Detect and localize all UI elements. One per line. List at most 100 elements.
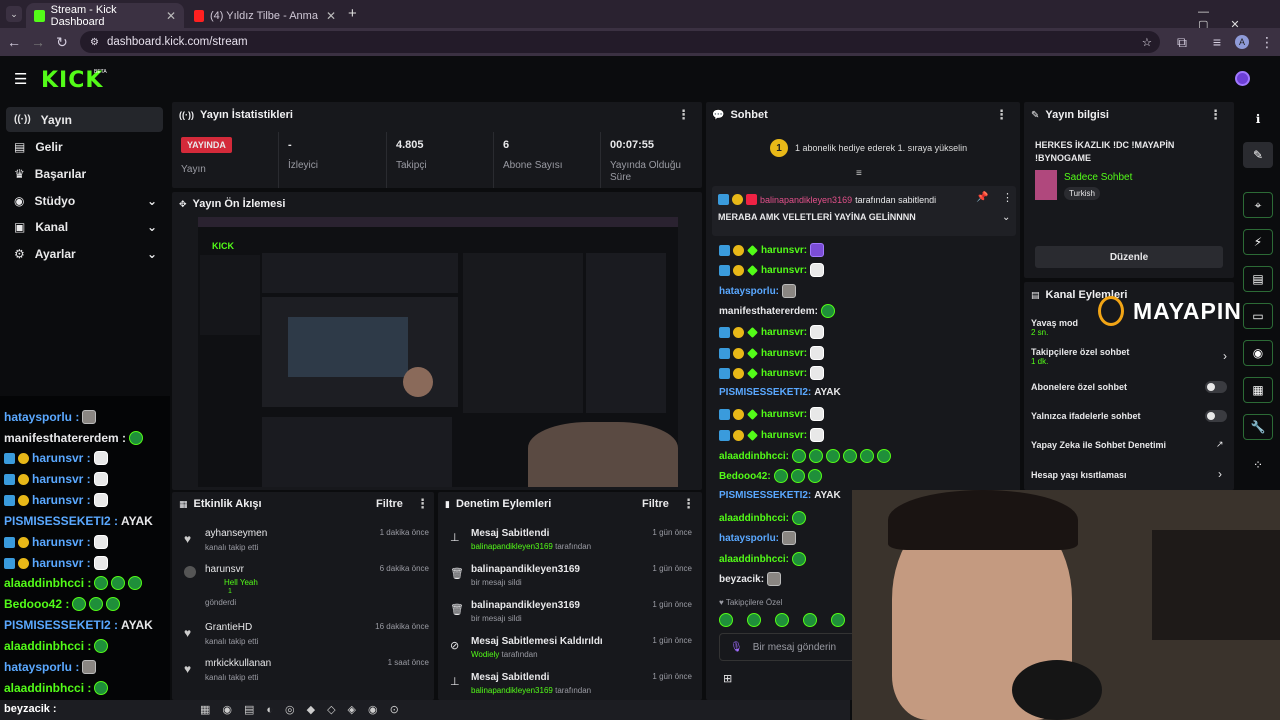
emote-icon[interactable] [775,613,789,627]
chat-username: harunsvr: [761,408,808,420]
more-options-icon[interactable]: ⋮ [682,496,695,512]
mod-text: bir mesajı sildi [471,578,522,587]
slow-mode-row[interactable]: Yavaş mod 2 sn. [1031,318,1078,337]
overlay-username: hataysporlu : [4,410,80,424]
sidebar-item-basarilar[interactable]: ♛ Başarılar [6,161,163,186]
new-tab-button[interactable]: + [348,5,357,22]
forward-icon[interactable]: → [26,34,50,50]
external-link-icon[interactable]: ↗ [1216,439,1224,450]
document-icon[interactable]: ▤ [1243,266,1273,292]
chat-message[interactable]: beyzacik: [719,572,782,586]
chat-message[interactable]: alaaddinbhcci: [719,552,807,566]
emote-icon[interactable] [803,613,817,627]
info-icon[interactable]: ℹ [1243,106,1273,132]
emote-only-toggle[interactable] [1205,410,1227,422]
stat-label: Yayın [181,164,206,175]
layout-icon[interactable]: ▦ [1243,377,1273,403]
hamburger-menu-icon[interactable]: ☰ [14,70,27,88]
tab-search-icon[interactable]: ⌄ [6,6,22,22]
sidebar-item-ayarlar[interactable]: ⚙ Ayarlar ⌄ [6,241,163,266]
chat-message[interactable]: PISMISESSEKETI2: AYAK [719,490,841,501]
chat-message[interactable]: PISMISESSEKETI2: AYAK [719,387,841,398]
more-options-icon[interactable]: ⋮ [1209,107,1222,123]
url-input[interactable]: ⚙ dashboard.kick.com/stream ☆ [80,31,1160,53]
activity-text: kanalı takip etti [205,673,259,682]
sidebar-item-yayin[interactable]: ((·)) Yayın [6,107,163,132]
tab-youtube[interactable]: (4) Yıldız Tilbe - Anma Arkadaş ✕ [186,3,344,28]
chat-settings-icon[interactable]: ⊞ [723,672,732,685]
filter-button[interactable]: Filtre [642,498,669,510]
more-options-icon[interactable]: ⋮ [995,107,1008,123]
emote-icon [106,597,121,611]
chat-message[interactable]: harunsvr: [719,346,825,360]
profile-avatar[interactable]: A [1235,35,1249,49]
chat-input[interactable]: 🎙 Bir mesaj gönderin [719,633,859,661]
chat-message[interactable]: manifesthatererdem: [719,304,835,318]
chat-message[interactable]: harunsvr: [719,325,825,339]
back-icon[interactable]: ← [2,34,26,50]
emote-icon[interactable] [719,613,733,627]
microphone-icon[interactable]: 🎙 [730,642,743,653]
gift-rank-badge: 1 [770,139,788,157]
badge-icon [18,494,29,506]
lightning-icon[interactable]: ⚡ [1243,229,1273,255]
chat-message[interactable]: alaaddinbhcci: [719,511,807,525]
emote-icon [810,243,825,257]
filter-button[interactable]: Filtre [376,498,403,510]
chat-message[interactable]: alaaddinbhcci: [719,449,892,463]
tab-kick-dashboard[interactable]: Stream - Kick Dashboard ✕ [26,3,184,28]
chat-message[interactable]: hataysporlu: [719,284,797,298]
wrench-icon[interactable]: 🔧 [1243,414,1273,440]
stream-preview-video[interactable]: KICK [198,217,678,487]
browser-menu-icon[interactable]: ⋮ [1255,34,1279,51]
mod-user: balinapandikleyen3169 [471,542,553,551]
chat-message[interactable]: hataysporlu: [719,531,797,545]
more-options-icon[interactable]: ⋮ [677,107,690,123]
bookmark-star-icon[interactable]: ☆ [1142,35,1152,49]
chat-message[interactable]: harunsvr: [719,428,825,442]
site-info-icon[interactable]: ⚙ [90,37,99,48]
edit-icon[interactable]: ✎ [1243,142,1273,168]
chevron-down-icon[interactable]: ⌄ [1002,212,1010,223]
close-tab-icon[interactable]: ✕ [166,9,176,23]
category-name[interactable]: Sadece Sohbet [1064,172,1132,183]
chat-message[interactable]: harunsvr: [719,407,825,421]
emote-icon [843,449,858,463]
emote-icon [93,451,108,465]
pinned-message[interactable]: balinapandikleyen3169 tarafından sabitle… [712,186,1016,236]
subscribers-only-toggle[interactable] [1205,381,1227,393]
capture-icon[interactable]: ⌖ [1243,192,1273,218]
broadcast-small-icon[interactable]: ◉ [1243,340,1273,366]
reading-list-icon[interactable]: ≡ [1205,34,1229,50]
user-avatar[interactable] [1235,71,1250,86]
emote-icon [129,431,144,445]
more-options-icon[interactable]: ⋮ [1002,191,1013,204]
extensions-icon[interactable]: ⧉ [1170,34,1194,51]
chat-icon: 💬 [712,109,725,121]
taskbar-icons[interactable]: ▦◉▤◐◎◆◇◈◉⊙ [200,703,411,716]
sidebar-item-kanal[interactable]: ▣ Kanal ⌄ [6,214,163,239]
chat-message[interactable]: harunsvr: [719,243,825,257]
badge-icon [733,264,744,276]
edit-button[interactable]: Düzenle [1035,246,1223,268]
filter-lines-icon[interactable]: ≡ [856,168,862,179]
broadcast-icon: ((·)) [14,114,31,125]
emote-icon[interactable] [831,613,845,627]
close-tab-icon[interactable]: ✕ [326,9,336,23]
mod-time: 1 gün önce [652,600,692,609]
reload-icon[interactable]: ↻ [50,34,74,51]
more-options-icon[interactable]: ⋮ [416,496,429,512]
chat-bubble-icon[interactable]: ▭ [1243,303,1273,329]
action-label: Yalnızca ifadelerle sohbet [1031,411,1141,421]
sidebar-item-studyo[interactable]: ◉ Stüdyo ⌄ [6,188,163,213]
emote-icon[interactable] [747,613,761,627]
pin-icon[interactable]: 📌 [976,192,988,203]
sidebar-item-gelir[interactable]: ▤ Gelir [6,134,163,159]
followers-only-row[interactable]: Takipçilere özel sohbet 1 dk. › [1031,347,1227,366]
apps-icon[interactable]: ⁘ [1243,452,1273,478]
chat-message[interactable]: harunsvr: [719,366,825,380]
chevron-right-icon: › [1218,467,1222,481]
chat-message[interactable]: Bedooo42: [719,469,822,483]
badge-icon [18,473,29,485]
chat-message[interactable]: harunsvr: [719,263,825,277]
